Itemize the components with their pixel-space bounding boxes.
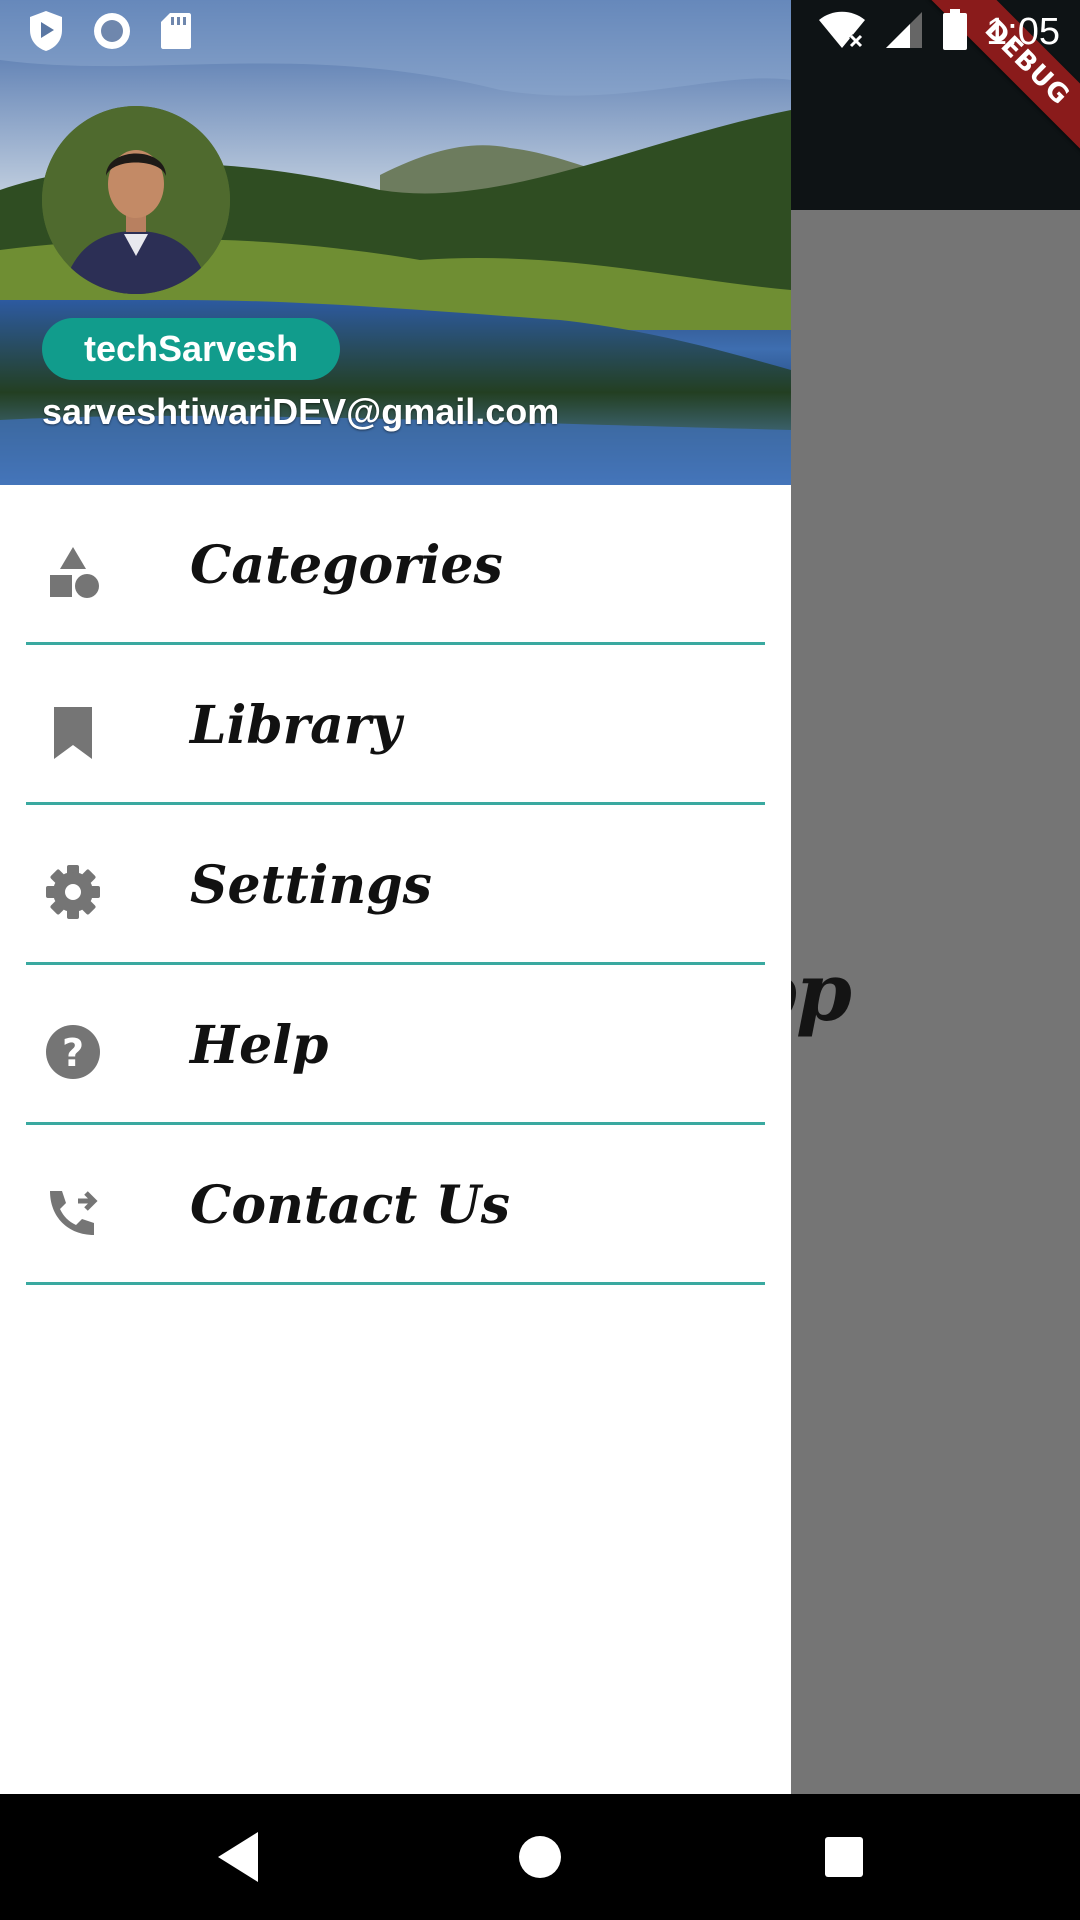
signal-icon <box>884 10 924 55</box>
menu-item-contact-us[interactable]: Contact Us <box>0 1125 791 1285</box>
battery-icon <box>942 8 968 56</box>
gear-icon <box>42 861 104 923</box>
recents-icon[interactable] <box>823 1830 865 1889</box>
account-email: sarveshtiwariDEV@gmail.com <box>42 391 560 432</box>
menu-item-settings[interactable]: Settings <box>0 805 791 965</box>
phone-forwarded-icon <box>42 1181 104 1243</box>
menu-item-label: Library <box>190 695 402 756</box>
menu-item-label: Contact Us <box>190 1175 510 1236</box>
account-name-chip[interactable]: techSarvesh <box>42 318 341 380</box>
menu-item-library[interactable]: Library <box>0 645 791 805</box>
wifi-off-icon <box>818 10 866 55</box>
avatar[interactable] <box>42 106 230 294</box>
help-icon: ? <box>42 1021 104 1083</box>
circle-icon <box>92 11 132 56</box>
menu-item-label: Settings <box>190 855 432 916</box>
home-icon[interactable] <box>518 1830 562 1889</box>
drawer-header: techSarvesh sarveshtiwariDEV@gmail.com <box>0 0 791 485</box>
svg-text:?: ? <box>62 1031 84 1075</box>
navigation-drawer: techSarvesh sarveshtiwariDEV@gmail.com C… <box>0 0 791 1794</box>
divider <box>26 1282 765 1285</box>
status-time: 1:05 <box>986 11 1060 53</box>
back-icon[interactable] <box>214 1830 262 1889</box>
sd-card-icon <box>160 12 192 55</box>
status-bar: 1:05 <box>0 0 1080 63</box>
menu-item-help[interactable]: ? Help <box>0 965 791 1125</box>
drawer-menu: Categories Library Settings ? Help Conta… <box>0 485 791 1285</box>
menu-item-label: Help <box>190 1015 329 1076</box>
menu-item-categories[interactable]: Categories <box>0 485 791 645</box>
bookmark-icon <box>42 701 104 763</box>
system-nav-bar <box>0 1794 1080 1920</box>
category-icon <box>42 541 104 603</box>
play-protect-icon <box>28 10 64 57</box>
menu-item-label: Categories <box>190 535 503 596</box>
